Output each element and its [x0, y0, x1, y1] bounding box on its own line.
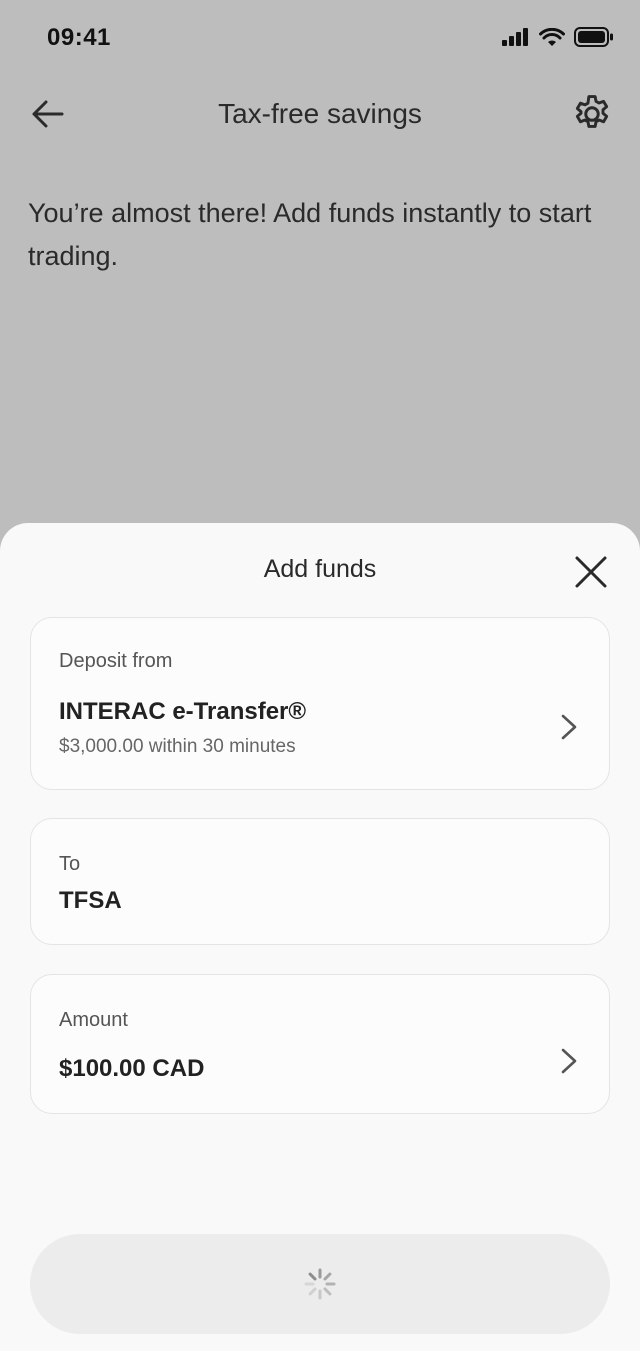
amount-card[interactable]: Amount $100.00 CAD	[30, 974, 610, 1114]
status-bar: 09:41	[0, 0, 640, 78]
chevron-right-icon	[561, 714, 577, 740]
settings-button[interactable]	[570, 92, 614, 136]
deposit-limit-note: $3,000.00 within 30 minutes	[59, 736, 296, 757]
deposit-from-card[interactable]: Deposit from INTERAC e-Transfer® $3,000.…	[30, 617, 610, 790]
chevron-right-icon	[561, 1048, 577, 1074]
gear-icon	[575, 95, 609, 128]
to-account-value: TFSA	[59, 887, 122, 914]
wifi-icon	[539, 27, 565, 46]
cellular-signal-icon	[502, 28, 528, 46]
amount-label: Amount	[59, 1009, 128, 1031]
close-icon	[575, 556, 607, 588]
page-title: Tax-free savings	[218, 98, 422, 129]
status-time: 09:41	[47, 24, 111, 51]
to-account-card: To TFSA	[30, 818, 610, 945]
loading-spinner-icon	[304, 1268, 336, 1300]
battery-icon	[574, 27, 613, 47]
top-nav: Tax-free savings	[0, 78, 640, 150]
close-button[interactable]	[570, 551, 612, 593]
add-funds-button[interactable]	[30, 1234, 610, 1334]
add-funds-sheet: Add funds Deposit from INTERAC e-Transfe…	[0, 523, 640, 1351]
deposit-from-label: Deposit from	[59, 650, 173, 672]
status-icons	[502, 27, 614, 47]
deposit-method: INTERAC e-Transfer®	[59, 698, 307, 725]
sheet-title: Add funds	[263, 555, 377, 583]
to-label: To	[59, 853, 81, 875]
amount-value: $100.00 CAD	[59, 1055, 205, 1082]
headline-message: You’re almost there! Add funds instantly…	[28, 198, 592, 271]
